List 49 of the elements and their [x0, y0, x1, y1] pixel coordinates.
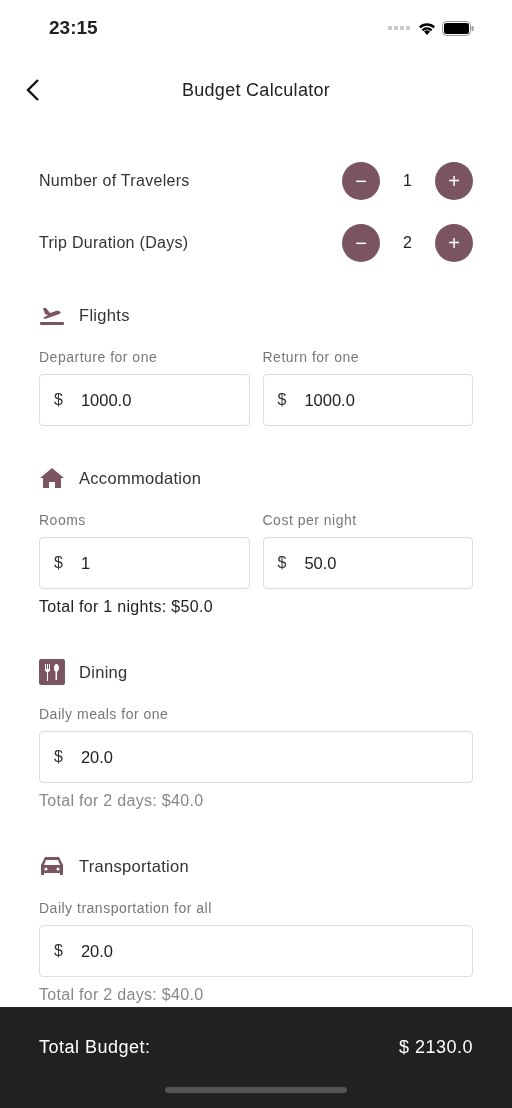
- field-label: Daily transportation for all: [39, 899, 213, 917]
- amount-value: 50.0: [304, 553, 337, 573]
- stepper-label: Trip Duration (Days): [39, 234, 190, 252]
- increment-button[interactable]: +: [435, 162, 473, 200]
- field-label: Cost per night: [262, 511, 358, 529]
- house-icon: [39, 467, 65, 489]
- amount-field[interactable]: $ 1000.0: [39, 374, 250, 426]
- status-time: 23:15: [49, 17, 98, 39]
- section-title: Accommodation: [79, 468, 202, 488]
- signal-icon: [388, 26, 412, 30]
- increment-button[interactable]: +: [435, 224, 473, 262]
- section-total: Total for 2 days: $40.0: [39, 791, 205, 811]
- section-title: Dining: [79, 662, 128, 682]
- section-title: Flights: [79, 305, 130, 325]
- currency-prefix: $: [54, 391, 63, 409]
- amount-field[interactable]: $ 20.0: [39, 925, 473, 977]
- page-title: Budget Calculator: [181, 79, 331, 101]
- amount-value: 20.0: [80, 747, 114, 767]
- amount-value: 1000.0: [80, 390, 132, 410]
- amount-field[interactable]: $ 20.0: [39, 731, 473, 783]
- total-value: $ 2130.0: [398, 1036, 473, 1058]
- fork-spoon-icon: [39, 659, 65, 685]
- stepper-value: 1: [402, 172, 413, 190]
- currency-prefix: $: [277, 554, 287, 572]
- battery-icon: [442, 20, 474, 36]
- decrement-button[interactable]: −: [342, 224, 380, 262]
- amount-field[interactable]: $ 1: [39, 537, 250, 589]
- section-total: Total for 1 nights: $50.0: [39, 597, 214, 617]
- amount-field[interactable]: $ 1000.0: [262, 374, 473, 426]
- field-label: Departure for one: [39, 348, 159, 366]
- section-total: Total for 2 days: $40.0: [39, 985, 205, 1005]
- stepper-value: 2: [402, 234, 413, 252]
- field-label: Daily meals for one: [39, 705, 170, 723]
- amount-field[interactable]: $ 50.0: [262, 537, 473, 589]
- amount-value: 1000.0: [304, 390, 355, 410]
- currency-prefix: $: [54, 748, 63, 766]
- stepper-label: Number of Travelers: [39, 172, 191, 190]
- field-label: Return for one: [262, 348, 360, 366]
- total-label: Total Budget:: [39, 1036, 151, 1058]
- currency-prefix: $: [54, 942, 63, 960]
- amount-value: 20.0: [80, 941, 114, 961]
- section-title: Transportation: [79, 856, 189, 876]
- currency-prefix: $: [277, 391, 287, 409]
- wifi-icon: [418, 21, 436, 35]
- amount-value: 1: [80, 553, 91, 573]
- currency-prefix: $: [54, 554, 63, 572]
- field-label: Rooms: [39, 511, 87, 529]
- car-icon: [39, 855, 65, 877]
- decrement-button[interactable]: −: [342, 162, 380, 200]
